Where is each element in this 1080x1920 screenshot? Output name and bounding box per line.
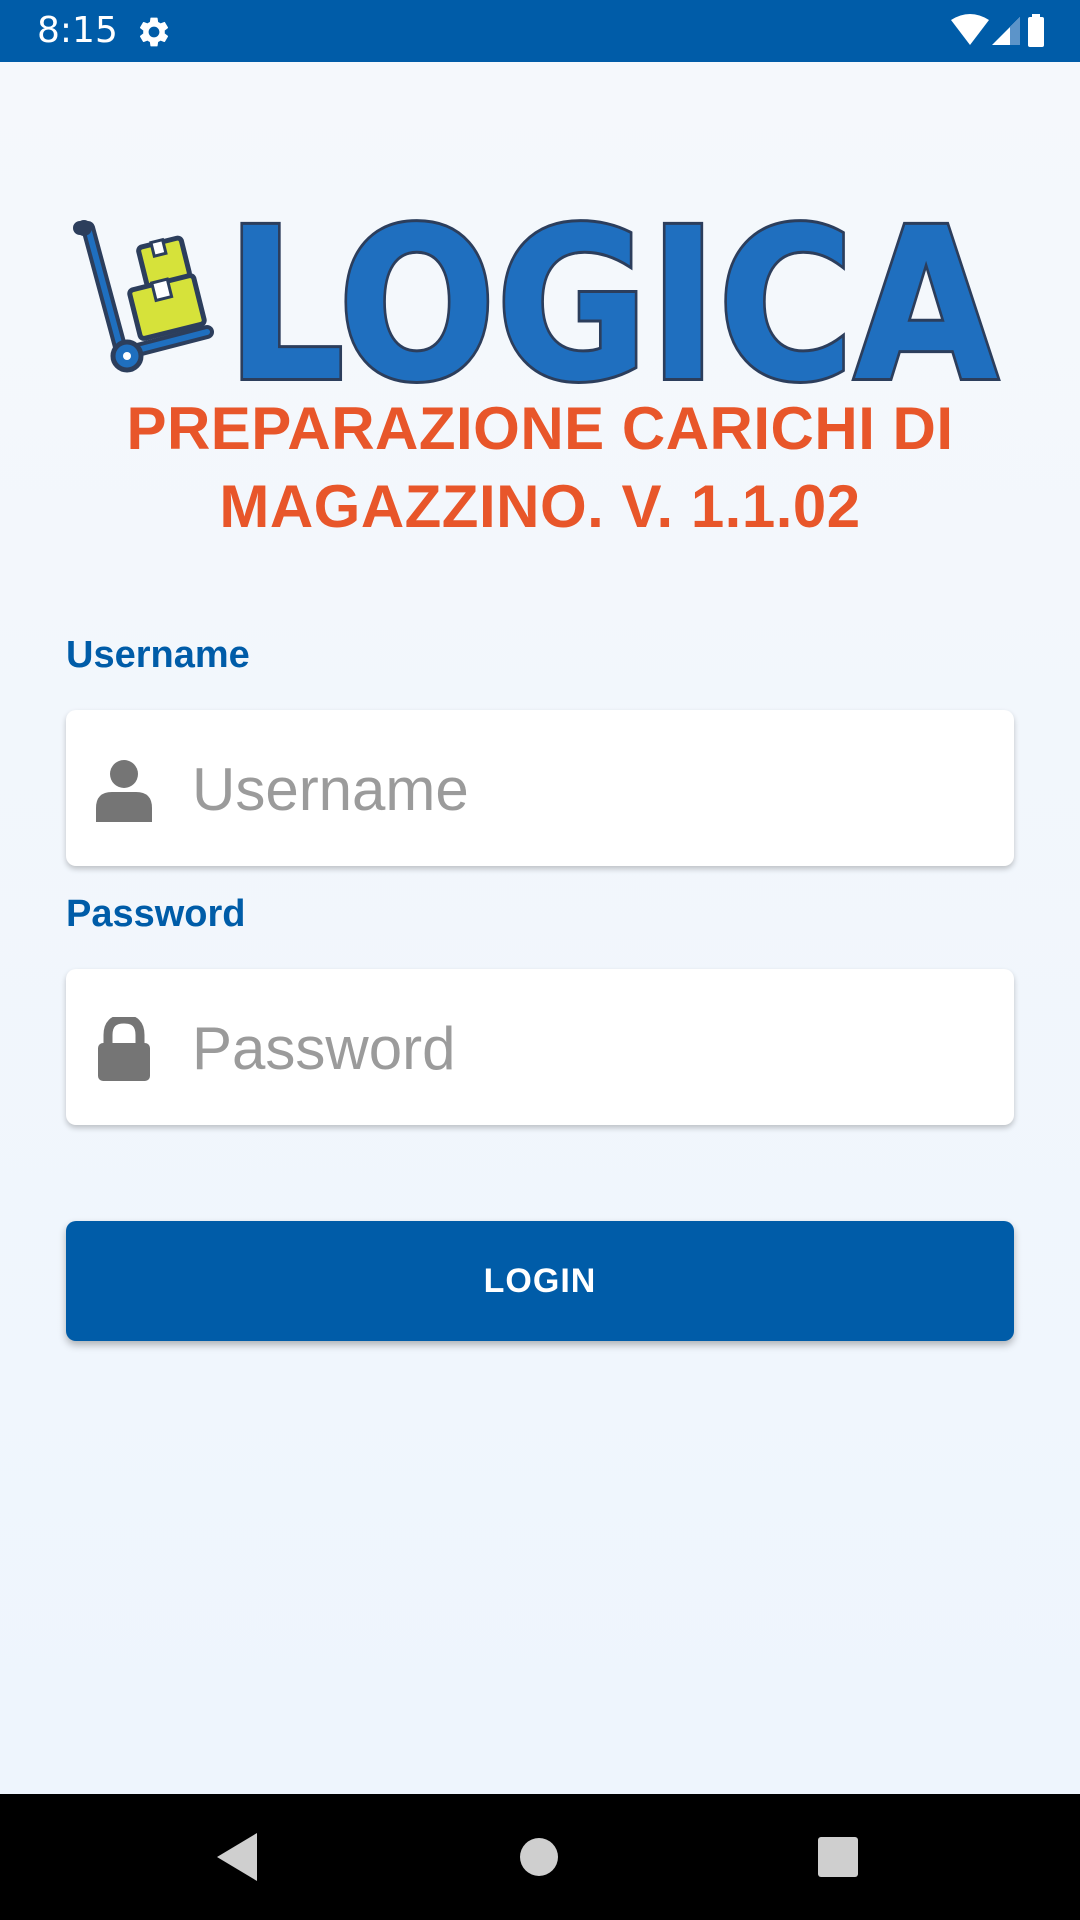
- status-time: 8:15: [37, 10, 118, 51]
- password-field-container: [66, 969, 1014, 1125]
- username-input[interactable]: [190, 734, 994, 844]
- status-icons: [950, 12, 1050, 52]
- username-label: Username: [66, 634, 250, 676]
- navigation-bar: [0, 1794, 1080, 1920]
- wifi-icon: [951, 14, 989, 45]
- logo-text: LOGICA: [226, 183, 998, 396]
- login-button[interactable]: LOGIN: [66, 1221, 1014, 1341]
- recents-icon[interactable]: [810, 1829, 866, 1885]
- back-icon[interactable]: [211, 1829, 267, 1885]
- logica-logo: LOGICA: [73, 180, 1001, 396]
- cellular-signal-icon: [992, 17, 1020, 45]
- gear-icon: [139, 17, 169, 47]
- home-icon[interactable]: [511, 1829, 567, 1885]
- password-label: Password: [66, 893, 246, 935]
- password-input[interactable]: [190, 993, 994, 1103]
- person-icon: [96, 760, 152, 822]
- status-bar: 8:15: [0, 0, 1080, 62]
- hand-truck-boxes-icon: [73, 220, 214, 373]
- app-title: PREPARAZIONE CARICHI DI MAGAZZINO. V. 1.…: [126, 395, 954, 540]
- lock-icon: [98, 1017, 150, 1081]
- username-field-container: [66, 710, 1014, 866]
- battery-icon: [1028, 14, 1044, 47]
